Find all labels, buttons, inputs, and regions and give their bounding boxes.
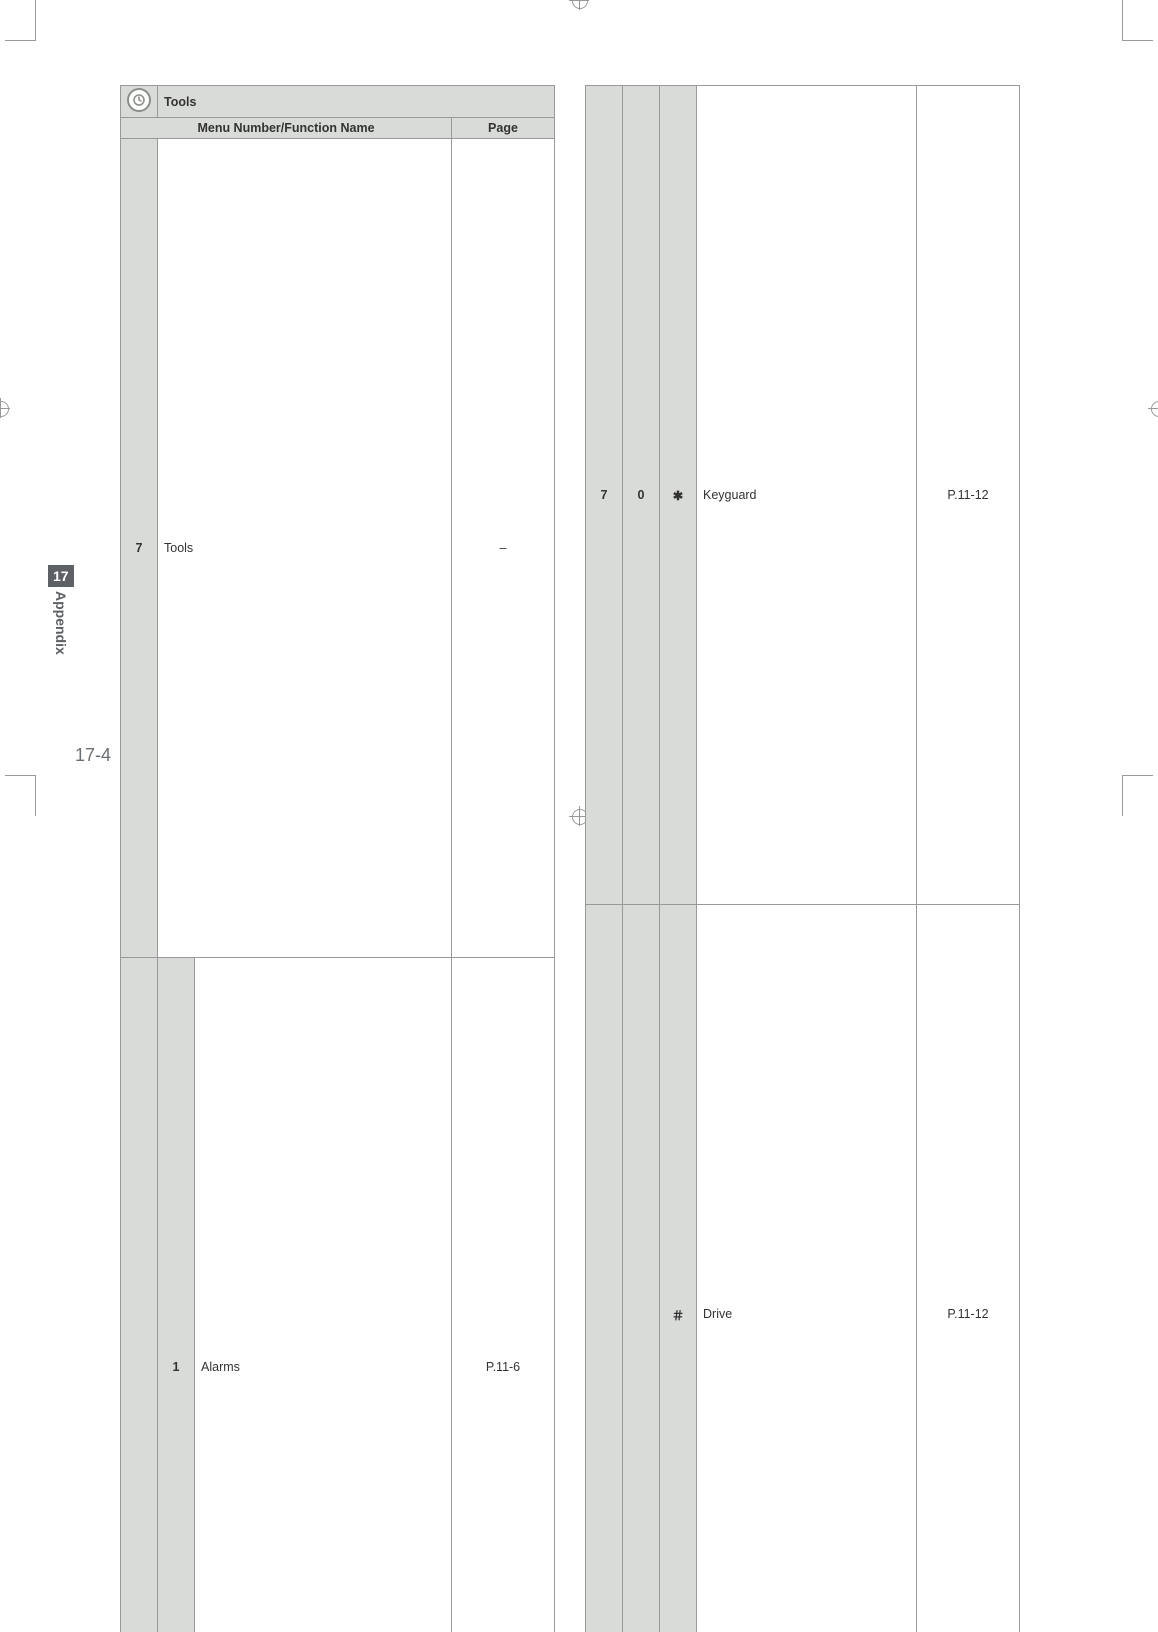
crop-mark-tr [1122,0,1153,41]
table-row: 70✱KeyguardP.11-12 [586,86,1020,905]
registration-mark-top [569,0,589,10]
chapter-tab: 17 Appendix [48,565,74,655]
tools-icon [121,86,158,118]
section-title: Tools [158,86,555,118]
function-name: Drive [697,905,917,1632]
page-header: Page [452,118,555,139]
registration-mark-left [0,398,10,418]
crop-mark-br [1122,775,1153,816]
column-header-row: Menu Number/Function Name Page [121,118,555,139]
chapter-number: 17 [48,565,74,587]
tools-menu-table: Tools Menu Number/Function Name Page 7To… [120,85,555,1632]
table-row: 7Tools– [121,139,555,958]
page-ref: P.11-12 [917,905,1020,1632]
page-ref: P.11-6 [452,958,555,1632]
chapter-label: Appendix [53,591,69,655]
function-name: Keyguard [697,86,917,905]
page-ref: – [452,139,555,958]
function-name: Tools [158,139,452,958]
menu-header: Menu Number/Function Name [121,118,452,139]
page-ref: P.11-12 [917,86,1020,905]
page-number: 17-4 [75,745,111,766]
crop-mark-bl [5,775,36,816]
section-header-row: Tools [121,86,555,118]
tools-menu-table-continued: 70✱KeyguardP.11-12＃DriveP.11-12Yahoo! Ke… [585,85,1020,1632]
crop-mark-tl [5,0,36,41]
table-row: 1AlarmsP.11-6 [121,958,555,1632]
function-name: Alarms [195,958,452,1632]
registration-mark-right [1148,398,1158,418]
table-row: ＃DriveP.11-12 [586,905,1020,1632]
